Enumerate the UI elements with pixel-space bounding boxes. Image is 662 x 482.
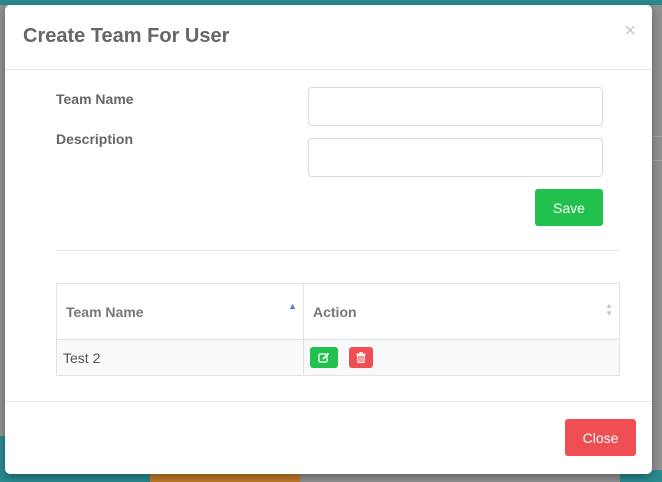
modal-header: Create Team For User ×	[5, 5, 652, 70]
column-header-team-name[interactable]: Team Name ▲	[57, 284, 304, 339]
create-team-modal: Create Team For User × Team Name Descrip…	[5, 5, 652, 474]
description-input[interactable]	[308, 138, 603, 177]
table-row: Test 2	[57, 340, 619, 375]
table-header-row: Team Name ▲ Action ▲ ▼	[57, 284, 619, 340]
form-divider	[56, 250, 619, 251]
edit-button[interactable]	[310, 347, 338, 368]
sort-both-icon[interactable]: ▲ ▼	[605, 302, 613, 318]
close-button[interactable]: Close	[565, 419, 636, 456]
close-icon[interactable]: ×	[624, 21, 636, 41]
action-cell	[304, 340, 619, 375]
column-header-action[interactable]: Action ▲ ▼	[304, 284, 619, 339]
team-name-label: Team Name	[56, 91, 134, 107]
teams-table: Team Name ▲ Action ▲ ▼ Test 2	[56, 283, 620, 376]
footer-divider	[5, 401, 652, 402]
team-name-input[interactable]	[308, 87, 603, 126]
column-header-label: Team Name	[66, 303, 144, 320]
column-header-label: Action	[313, 303, 357, 320]
modal-title: Create Team For User	[23, 25, 230, 47]
trash-icon	[356, 352, 366, 363]
delete-button[interactable]	[349, 347, 373, 368]
edit-icon	[318, 352, 330, 363]
save-button[interactable]: Save	[535, 189, 603, 226]
description-label: Description	[56, 131, 134, 147]
sort-ascending-icon[interactable]: ▲	[288, 301, 297, 311]
team-name-cell: Test 2	[57, 340, 304, 375]
